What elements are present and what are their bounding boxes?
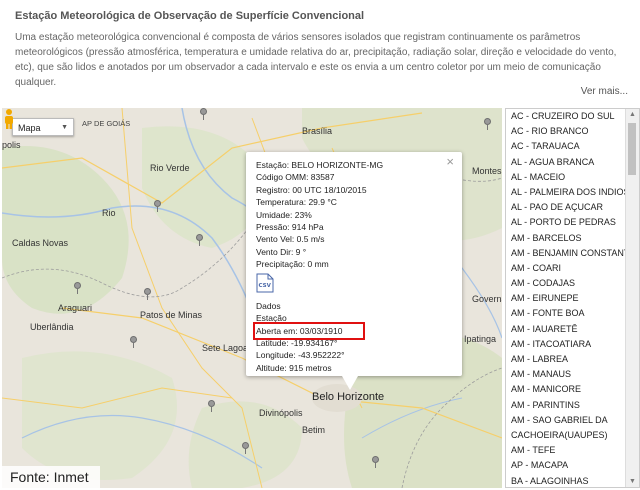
city-label: Governador Valadares [472, 294, 502, 304]
station-list-item[interactable]: AL - AGUA BRANCA [506, 155, 639, 170]
info-altitude: Altitude: 915 metros [256, 362, 332, 373]
city-label: Ap de Goiás [82, 119, 131, 128]
station-list-item[interactable]: AC - TARAUACA [506, 139, 639, 154]
info-wind-speed: Vento Vel: 0.5 m/s [256, 234, 325, 245]
station-list-item[interactable]: AM - SAO GABRIEL DA [506, 413, 639, 428]
city-label: Montes Claros [472, 166, 502, 176]
city-label: Sete Lagoas [202, 343, 253, 353]
city-label: Caldas Novas [12, 238, 69, 248]
station-list-item[interactable]: AP - MACAPA [506, 458, 639, 473]
station-list-item[interactable]: AM - CODAJAS [506, 276, 639, 291]
station-list-item[interactable]: AM - EIRUNEPE [506, 291, 639, 306]
station-list-item[interactable]: AM - TEFE [506, 443, 639, 458]
scroll-up-icon[interactable]: ▲ [629, 111, 636, 118]
station-info-window: × Estação: BELO HORIZONTE-MG Código OMM:… [246, 152, 462, 390]
info-precipitation: Precipitação: 0 mm [256, 259, 329, 270]
station-list-scrollbar[interactable]: ▲ ▼ [625, 109, 639, 487]
station-list-item[interactable]: AL - PAO DE AÇUCAR [506, 200, 639, 215]
info-station-name: Estação: BELO HORIZONTE-MG [256, 160, 384, 170]
station-list-item[interactable]: AC - CRUZEIRO DO SUL [506, 109, 639, 124]
station-list-item[interactable]: AL - PORTO DE PEDRAS [506, 215, 639, 230]
station-marker[interactable] [196, 234, 203, 246]
map-type-dropdown[interactable]: Mapa ▼ [12, 118, 74, 136]
station-list-item[interactable]: AM - LABREA [506, 352, 639, 367]
ver-mais-link[interactable]: Ver mais... [581, 86, 628, 97]
station-marker[interactable] [130, 336, 137, 348]
city-label: Uberlândia [30, 322, 74, 332]
station-list-item[interactable]: CACHOEIRA(UAUPES) [506, 428, 639, 443]
station-list-item[interactable]: AL - PALMEIRA DOS INDIOS [506, 185, 639, 200]
info-wind-direction: Vento Dir: 9 ° [256, 246, 307, 257]
info-opened-date: Aberta em: 03/03/1910 [252, 321, 366, 340]
station-marker[interactable] [144, 288, 151, 300]
city-label: Brasília [302, 126, 333, 136]
info-dados-link[interactable]: Dados [256, 300, 383, 312]
source-caption: Fonte: Inmet [2, 466, 100, 488]
city-label: Belo Horizonte [312, 391, 385, 403]
info-estacao-label: Estação [256, 313, 287, 324]
station-marker[interactable] [154, 200, 161, 212]
city-label: Araguari [58, 303, 93, 313]
info-record-time: Registro: 00 UTC 18/10/2015 [256, 184, 367, 195]
close-icon[interactable]: × [446, 154, 454, 169]
station-marker[interactable] [74, 282, 81, 294]
station-list-item[interactable]: AM - PARINTINS [506, 398, 639, 413]
info-longitude: Longitude: -43.952222° [256, 350, 345, 361]
info-pressure: Pressão: 914 hPa [256, 221, 324, 232]
scrollbar-thumb[interactable] [628, 123, 636, 175]
station-marker[interactable] [208, 400, 215, 412]
info-temperature: Temperatura: 29.9 °C [256, 197, 337, 208]
station-list-item[interactable]: BA - ALAGOINHAS [506, 474, 639, 488]
city-label: Rio Verde [150, 163, 190, 173]
station-list[interactable]: AC - CRUZEIRO DO SUL AC - RIO BRANCO AC - … [505, 108, 640, 488]
station-list-item[interactable]: AM - MANICORE [506, 382, 639, 397]
csv-download-icon[interactable]: CSV [256, 273, 274, 293]
city-label: polis [2, 140, 21, 150]
station-list-item[interactable]: AL - MACEIO [506, 170, 639, 185]
city-label: Patos de Minas [140, 310, 203, 320]
info-humidity: Umidade: 23% [256, 209, 312, 220]
csv-icon-text: CSV [259, 283, 272, 289]
station-marker[interactable] [242, 442, 249, 454]
station-marker[interactable] [484, 118, 491, 130]
station-marker[interactable] [372, 456, 379, 468]
street-view-pegman-icon[interactable] [2, 108, 16, 130]
scroll-down-icon[interactable]: ▼ [629, 478, 636, 485]
info-latitude: Latitude: -19.934167° [256, 337, 338, 348]
city-label: Ipatinga [464, 334, 497, 344]
city-label: Betim [302, 425, 326, 435]
city-label: Rio [102, 208, 116, 218]
station-list-item[interactable]: AM - FONTE BOA [506, 306, 639, 321]
station-list-item[interactable]: AM - COARI [506, 261, 639, 276]
station-list-item[interactable]: AM - IAUARETÊ [506, 322, 639, 337]
page-title: Estação Meteorológica de Observação de S… [15, 10, 365, 22]
station-map[interactable]: Mapa ▼ polis Ap de Goiás Caldas Novas Ri… [2, 108, 502, 488]
city-label: Divinópolis [259, 408, 303, 418]
chevron-down-icon: ▼ [61, 124, 68, 131]
station-list-item[interactable]: AM - BENJAMIN CONSTANT [506, 246, 639, 261]
station-list-item[interactable]: AM - BARCELOS [506, 231, 639, 246]
map-type-label: Mapa [18, 123, 41, 133]
page-description: Uma estação meteorológica convencional é… [15, 32, 617, 88]
station-marker[interactable] [200, 108, 207, 120]
station-list-item[interactable]: AC - RIO BRANCO [506, 124, 639, 139]
info-omm-code: Código OMM: 83587 [256, 172, 335, 183]
station-list-item[interactable]: AM - MANAUS [506, 367, 639, 382]
station-list-item[interactable]: AM - ITACOATIARA [506, 337, 639, 352]
